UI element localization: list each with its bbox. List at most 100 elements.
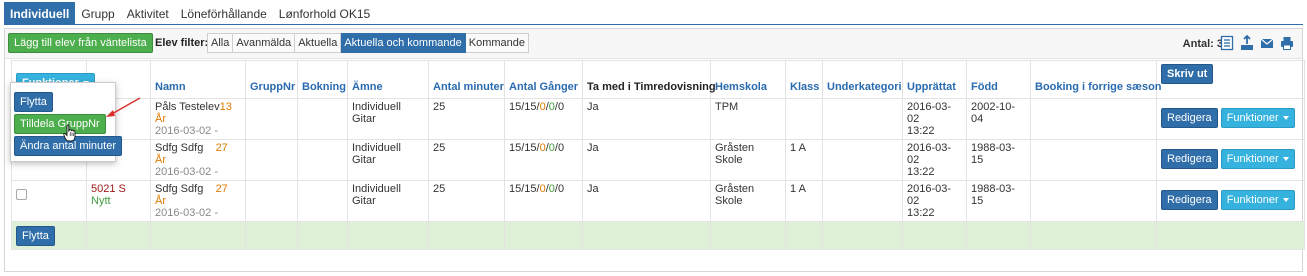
times-rest: /0 — [554, 142, 565, 154]
table-row: Påls Testelev13 År 2016-03-02 - Individu… — [11, 98, 1305, 140]
header-class[interactable]: Klass — [785, 60, 823, 99]
row-prev-booking-cell — [1030, 139, 1157, 181]
row-actions-cell: Redigera Funktioner — [1156, 98, 1305, 140]
footer-cell — [822, 221, 903, 250]
student-name[interactable]: Påls Testelev — [155, 101, 220, 113]
row-name-cell: Sdfg Sdfg 27 År 2016-03-02 - — [150, 180, 246, 222]
header-subject[interactable]: Ämne — [347, 60, 429, 99]
tab-underline — [4, 24, 1303, 25]
row-group-cell — [245, 98, 298, 140]
footer-cell — [710, 221, 786, 250]
row-functions-button[interactable]: Funktioner — [1220, 149, 1295, 169]
edit-button[interactable]: Redigera — [1161, 108, 1218, 128]
menu-item-assign-group-no[interactable]: Tilldela GruppNr — [14, 114, 106, 134]
header-group-no[interactable]: GruppNr — [245, 60, 298, 99]
student-date: 2016-03-02 - — [155, 207, 218, 219]
tab-grupp[interactable]: Grupp — [75, 2, 120, 24]
move-button[interactable]: Flytta — [16, 225, 55, 246]
print-button[interactable]: Skriv ut — [1161, 64, 1214, 84]
row-born-cell: 1988-03-15 — [966, 180, 1031, 222]
header-name[interactable]: Namn — [150, 60, 246, 99]
created-time: 13:22 — [907, 166, 935, 178]
table-header-row: Funktioner Namn GruppNr Bokning Ämne Ant… — [11, 60, 1305, 99]
row-functions-button[interactable]: Funktioner — [1220, 190, 1295, 210]
header-prev-booking[interactable]: Booking i forrige sæson — [1030, 60, 1162, 99]
hand-cursor-icon — [63, 124, 76, 142]
row-functions-button[interactable]: Funktioner — [1220, 108, 1295, 128]
row-booking-cell — [297, 98, 348, 140]
tab-loneforhallande[interactable]: Löneförhållande — [175, 2, 273, 24]
header-times[interactable]: Antal Gånger — [504, 60, 583, 99]
header-subcategory[interactable]: Underkategori — [822, 60, 903, 99]
print-icon[interactable] — [1280, 35, 1294, 51]
filter-alla[interactable]: Alla — [207, 33, 234, 53]
row-time-report-cell: Ja — [582, 139, 711, 181]
row-subject-cell: Individuell Gitar — [347, 98, 429, 140]
footer-cell — [347, 221, 429, 250]
edit-button[interactable]: Redigera — [1161, 190, 1218, 210]
row-time-report-cell: Ja — [582, 180, 711, 222]
footer-cell — [150, 221, 246, 250]
row-minutes-cell: 25 — [428, 180, 505, 222]
row-created-cell: 2016-03-02 13:22 — [902, 139, 967, 181]
row-name-cell: Påls Testelev13 År 2016-03-02 - — [150, 98, 246, 140]
header-time-report: Ta med i Timredovisning — [582, 60, 716, 99]
functions-dropdown-menu: Flytta Tilldela GruppNr Ändra antal minu… — [10, 82, 122, 162]
row-class-cell — [785, 98, 823, 140]
student-panel: Lägg till elev från väntelista Elev filt… — [4, 28, 1305, 272]
export-icon[interactable] — [1240, 35, 1254, 51]
created-time: 13:22 — [907, 207, 935, 219]
footer-cell — [1156, 221, 1305, 250]
chevron-down-icon — [1282, 157, 1289, 162]
filter-aktuella[interactable]: Aktuella — [295, 33, 342, 53]
header-created[interactable]: Upprättat — [902, 60, 967, 99]
list-icon[interactable] — [1220, 35, 1234, 51]
filter-avanmalda[interactable]: Avanmälda — [233, 33, 296, 53]
record-count: Antal: 3 — [1182, 38, 1223, 50]
created-time: 13:22 — [907, 125, 935, 137]
edit-button[interactable]: Redigera — [1161, 149, 1218, 169]
filter-kommande[interactable]: Kommande — [465, 33, 529, 53]
row-actions-cell: Redigera Funktioner — [1156, 139, 1305, 181]
row-time-report-cell: Ja — [582, 98, 711, 140]
tab-individuell[interactable]: Individuell — [4, 2, 76, 24]
student-date: 2016-03-02 - — [155, 166, 218, 178]
row-group-cell — [245, 139, 298, 181]
header-born[interactable]: Född — [966, 60, 1031, 99]
student-filter-group: Alla Avanmälda Aktuella Aktuella och kom… — [207, 33, 529, 53]
tab-aktivitet[interactable]: Aktivitet — [121, 2, 175, 24]
footer-cell — [1030, 221, 1157, 250]
student-table: Funktioner Namn GruppNr Bokning Ämne Ant… — [11, 60, 1305, 250]
filter-aktuella-och-kommande[interactable]: Aktuella och kommande — [341, 33, 466, 53]
row-select-cell — [11, 180, 87, 222]
footer-cell — [902, 221, 967, 250]
row-created-cell: 2016-03-02 13:22 — [902, 98, 967, 140]
row-times-cell: 15/15/0/0/0 — [504, 139, 583, 181]
row-minutes-cell: 25 — [428, 98, 505, 140]
row-booking-cell — [297, 180, 348, 222]
footer-cell — [785, 221, 823, 250]
row-home-school-cell: TPM — [710, 98, 786, 140]
student-name[interactable]: Sdfg Sdfg — [155, 183, 203, 195]
menu-item-move[interactable]: Flytta — [14, 92, 53, 112]
row-name-cell: Sdfg Sdfg 27 År 2016-03-02 - — [150, 139, 246, 181]
header-print-cell: Skriv ut — [1156, 60, 1305, 99]
header-home-school[interactable]: Hemskola — [710, 60, 786, 99]
header-minutes[interactable]: Antal minuter — [428, 60, 505, 99]
row-checkbox[interactable] — [16, 189, 27, 200]
times-total: 15/15/ — [509, 142, 540, 154]
row-prev-booking-cell — [1030, 180, 1157, 222]
student-name[interactable]: Sdfg Sdfg — [155, 142, 203, 154]
created-date: 2016-03-02 — [907, 101, 952, 125]
mail-icon[interactable] — [1260, 35, 1274, 51]
header-booking[interactable]: Bokning — [297, 60, 348, 99]
student-id: 5021 — [91, 183, 116, 195]
footer-cell — [504, 221, 583, 250]
add-from-waitlist-button[interactable]: Lägg till elev från väntelista — [8, 33, 153, 53]
row-times-cell: 15/15/0/0/0 — [504, 180, 583, 222]
row-home-school-cell: Gråsten Skole — [710, 180, 786, 222]
row-created-cell: 2016-03-02 13:22 — [902, 180, 967, 222]
tab-lonforhold-ok15[interactable]: Lønforhold OK15 — [273, 2, 376, 24]
created-date: 2016-03-02 — [907, 142, 952, 166]
footer-cell — [245, 221, 298, 250]
